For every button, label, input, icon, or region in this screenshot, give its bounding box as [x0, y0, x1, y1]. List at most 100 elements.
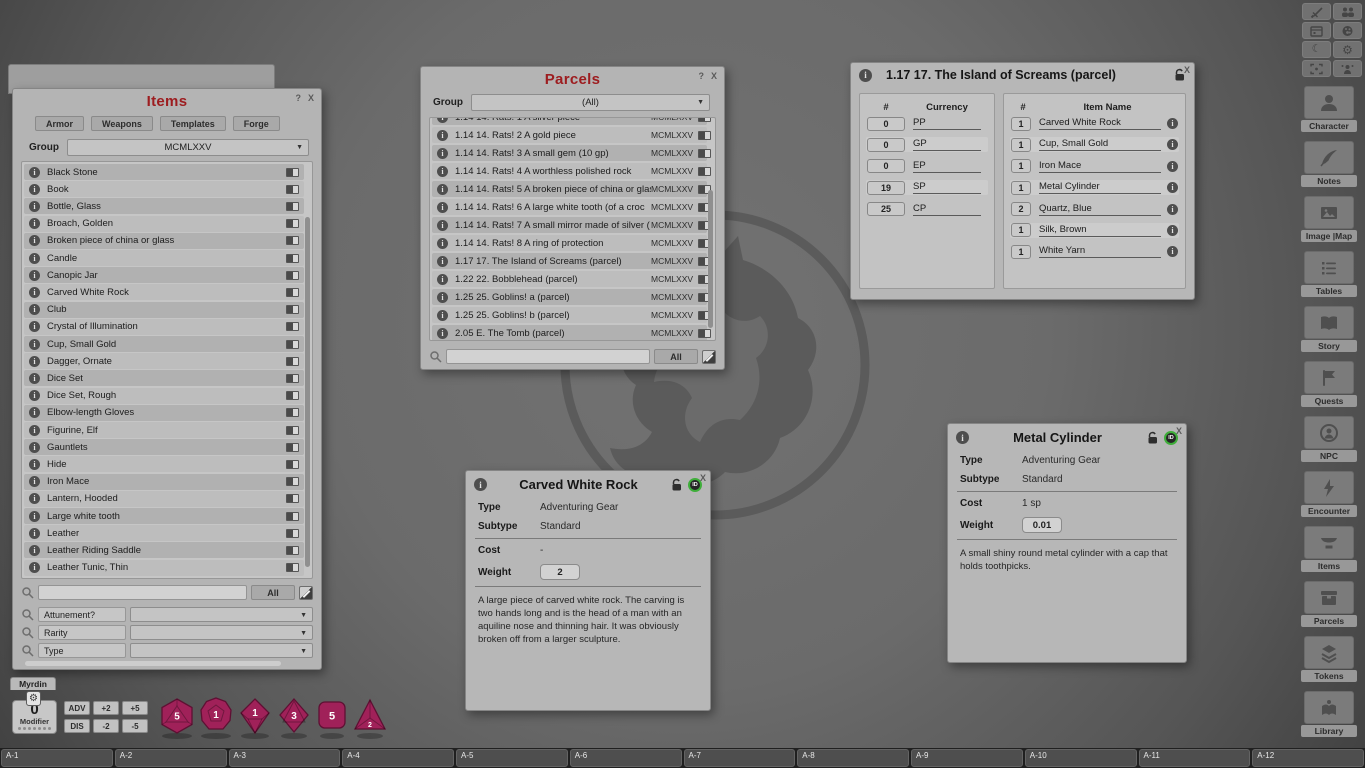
sidebar-item-items[interactable]: Items: [1304, 526, 1354, 572]
items-all-button[interactable]: All: [251, 585, 295, 600]
parcels-group-select[interactable]: (All): [471, 94, 710, 111]
id-toggle-icon[interactable]: [698, 329, 711, 338]
item-row[interactable]: Broken piece of china or glass: [24, 233, 304, 249]
info-icon[interactable]: [437, 256, 448, 267]
id-toggle-icon[interactable]: [286, 494, 299, 503]
items-tab[interactable]: Forge: [233, 116, 280, 131]
filter-label[interactable]: Attunement?: [38, 607, 126, 622]
info-icon[interactable]: [437, 117, 448, 123]
item-row[interactable]: Cup, Small Gold: [24, 336, 304, 352]
party-sheet-button[interactable]: [1333, 3, 1362, 20]
id-toggle-icon[interactable]: [286, 443, 299, 452]
info-icon[interactable]: [29, 493, 40, 504]
focus-target-button[interactable]: [1302, 60, 1331, 77]
info-icon[interactable]: [437, 292, 448, 303]
d12-die[interactable]: 1: [197, 696, 235, 740]
info-icon[interactable]: [1167, 118, 1178, 129]
hotkey-slot[interactable]: A-12: [1252, 749, 1364, 767]
info-icon[interactable]: [29, 425, 40, 436]
id-toggle-icon[interactable]: [286, 219, 299, 228]
item-row[interactable]: Hide: [24, 456, 304, 472]
edit-icon[interactable]: [702, 350, 716, 364]
modifier-button[interactable]: +5: [122, 701, 148, 715]
info-icon[interactable]: [29, 304, 40, 315]
item-row[interactable]: Canopic Jar: [24, 267, 304, 283]
item-row[interactable]: Large white tooth: [24, 508, 304, 524]
parcel-row[interactable]: 2.05 E. The Tomb (parcel) MCMLXXV: [432, 325, 707, 341]
parcel-row[interactable]: 1.14 14. Rats! 4 A worthless polished ro…: [432, 163, 707, 179]
modifier-gear-badge[interactable]: ⚙: [26, 691, 41, 706]
id-toggle-icon[interactable]: [286, 391, 299, 400]
item-row[interactable]: Book: [24, 181, 304, 197]
info-icon[interactable]: [437, 274, 448, 285]
info-icon[interactable]: [29, 476, 40, 487]
parcel-row[interactable]: 1.14 14. Rats! 6 A large white tooth (of…: [432, 199, 707, 215]
sidebar-item-story[interactable]: Story: [1304, 306, 1354, 352]
info-icon[interactable]: [1167, 204, 1178, 215]
info-icon[interactable]: [29, 321, 40, 332]
id-toggle-icon[interactable]: [286, 168, 299, 177]
currency-qty-field[interactable]: 25: [867, 202, 905, 216]
item-row[interactable]: Broach, Golden: [24, 216, 304, 232]
item-qty-field[interactable]: 1: [1011, 245, 1031, 259]
info-icon[interactable]: [29, 339, 40, 350]
info-icon[interactable]: [859, 69, 872, 82]
parcel-row[interactable]: 1.14 14. Rats! 2 A gold piece MCMLXXV: [432, 127, 707, 143]
character-tab[interactable]: Myrdin: [10, 677, 56, 690]
close-button[interactable]: X: [711, 71, 717, 81]
help-button[interactable]: ?: [699, 71, 705, 81]
item-row[interactable]: Candle: [24, 250, 304, 266]
item-qty-field[interactable]: 1: [1011, 223, 1031, 237]
item-row[interactable]: Leather: [24, 525, 304, 541]
sidebar-item-quests[interactable]: Quests: [1304, 361, 1354, 407]
currency-qty-field[interactable]: 19: [867, 181, 905, 195]
info-icon[interactable]: [29, 562, 40, 573]
currency-qty-field[interactable]: 0: [867, 117, 905, 131]
id-toggle-icon[interactable]: [286, 546, 299, 555]
info-icon[interactable]: [29, 528, 40, 539]
item-row[interactable]: Figurine, Elf: [24, 422, 304, 438]
info-icon[interactable]: [1167, 139, 1178, 150]
calendar-button[interactable]: [1302, 22, 1331, 39]
parcels-scrollbar-thumb[interactable]: [708, 190, 713, 328]
unlock-icon[interactable]: [670, 478, 683, 492]
parcel-row[interactable]: 1.25 25. Goblins! a (parcel) MCMLXXV: [432, 289, 707, 305]
id-toggle-icon[interactable]: [286, 512, 299, 521]
item-row[interactable]: Leather Riding Saddle: [24, 542, 304, 558]
info-icon[interactable]: [1167, 246, 1178, 257]
info-icon[interactable]: [29, 218, 40, 229]
info-icon[interactable]: [29, 356, 40, 367]
modifier-button[interactable]: +2: [93, 701, 119, 715]
items-group-select[interactable]: MCMLXXV: [67, 139, 309, 156]
sidebar-item-library[interactable]: Library: [1304, 691, 1354, 737]
items-tab[interactable]: Armor: [35, 116, 84, 131]
info-icon[interactable]: [29, 201, 40, 212]
parcel-row[interactable]: 1.17 17. The Island of Screams (parcel) …: [432, 253, 707, 269]
edit-icon[interactable]: [299, 586, 313, 600]
modifier-button[interactable]: ADV: [64, 701, 90, 715]
info-icon[interactable]: [29, 459, 40, 470]
parcel-row[interactable]: 1.14 14. Rats! 7 A small mirror made of …: [432, 217, 707, 233]
help-button[interactable]: ?: [296, 93, 302, 103]
combat-sword-button[interactable]: [1302, 3, 1331, 20]
items-tab[interactable]: Templates: [160, 116, 226, 131]
parcel-row[interactable]: 1.14 14. Rats! 8 A ring of protection MC…: [432, 235, 707, 251]
hotkey-slot[interactable]: A-3: [229, 749, 341, 767]
sidebar-item-npc[interactable]: NPC: [1304, 416, 1354, 462]
parcel-row[interactable]: 1.14 14. Rats! 5 A broken piece of china…: [432, 181, 707, 197]
info-icon[interactable]: [1167, 182, 1178, 193]
info-icon[interactable]: [29, 184, 40, 195]
lighting-moon-button[interactable]: ☾: [1302, 41, 1331, 58]
id-toggle-icon[interactable]: [286, 271, 299, 280]
id-toggle-icon[interactable]: [698, 117, 711, 122]
id-toggle-icon[interactable]: [286, 202, 299, 211]
id-toggle-icon[interactable]: [286, 477, 299, 486]
items-tab[interactable]: Weapons: [91, 116, 153, 131]
info-icon[interactable]: [29, 235, 40, 246]
hotkey-slot[interactable]: A-6: [570, 749, 682, 767]
hotkey-slot[interactable]: A-2: [115, 749, 227, 767]
sidebar-item-notes[interactable]: Notes: [1304, 141, 1354, 187]
info-icon[interactable]: [437, 130, 448, 141]
info-icon[interactable]: [437, 166, 448, 177]
items-scrollbar-thumb[interactable]: [305, 217, 310, 567]
